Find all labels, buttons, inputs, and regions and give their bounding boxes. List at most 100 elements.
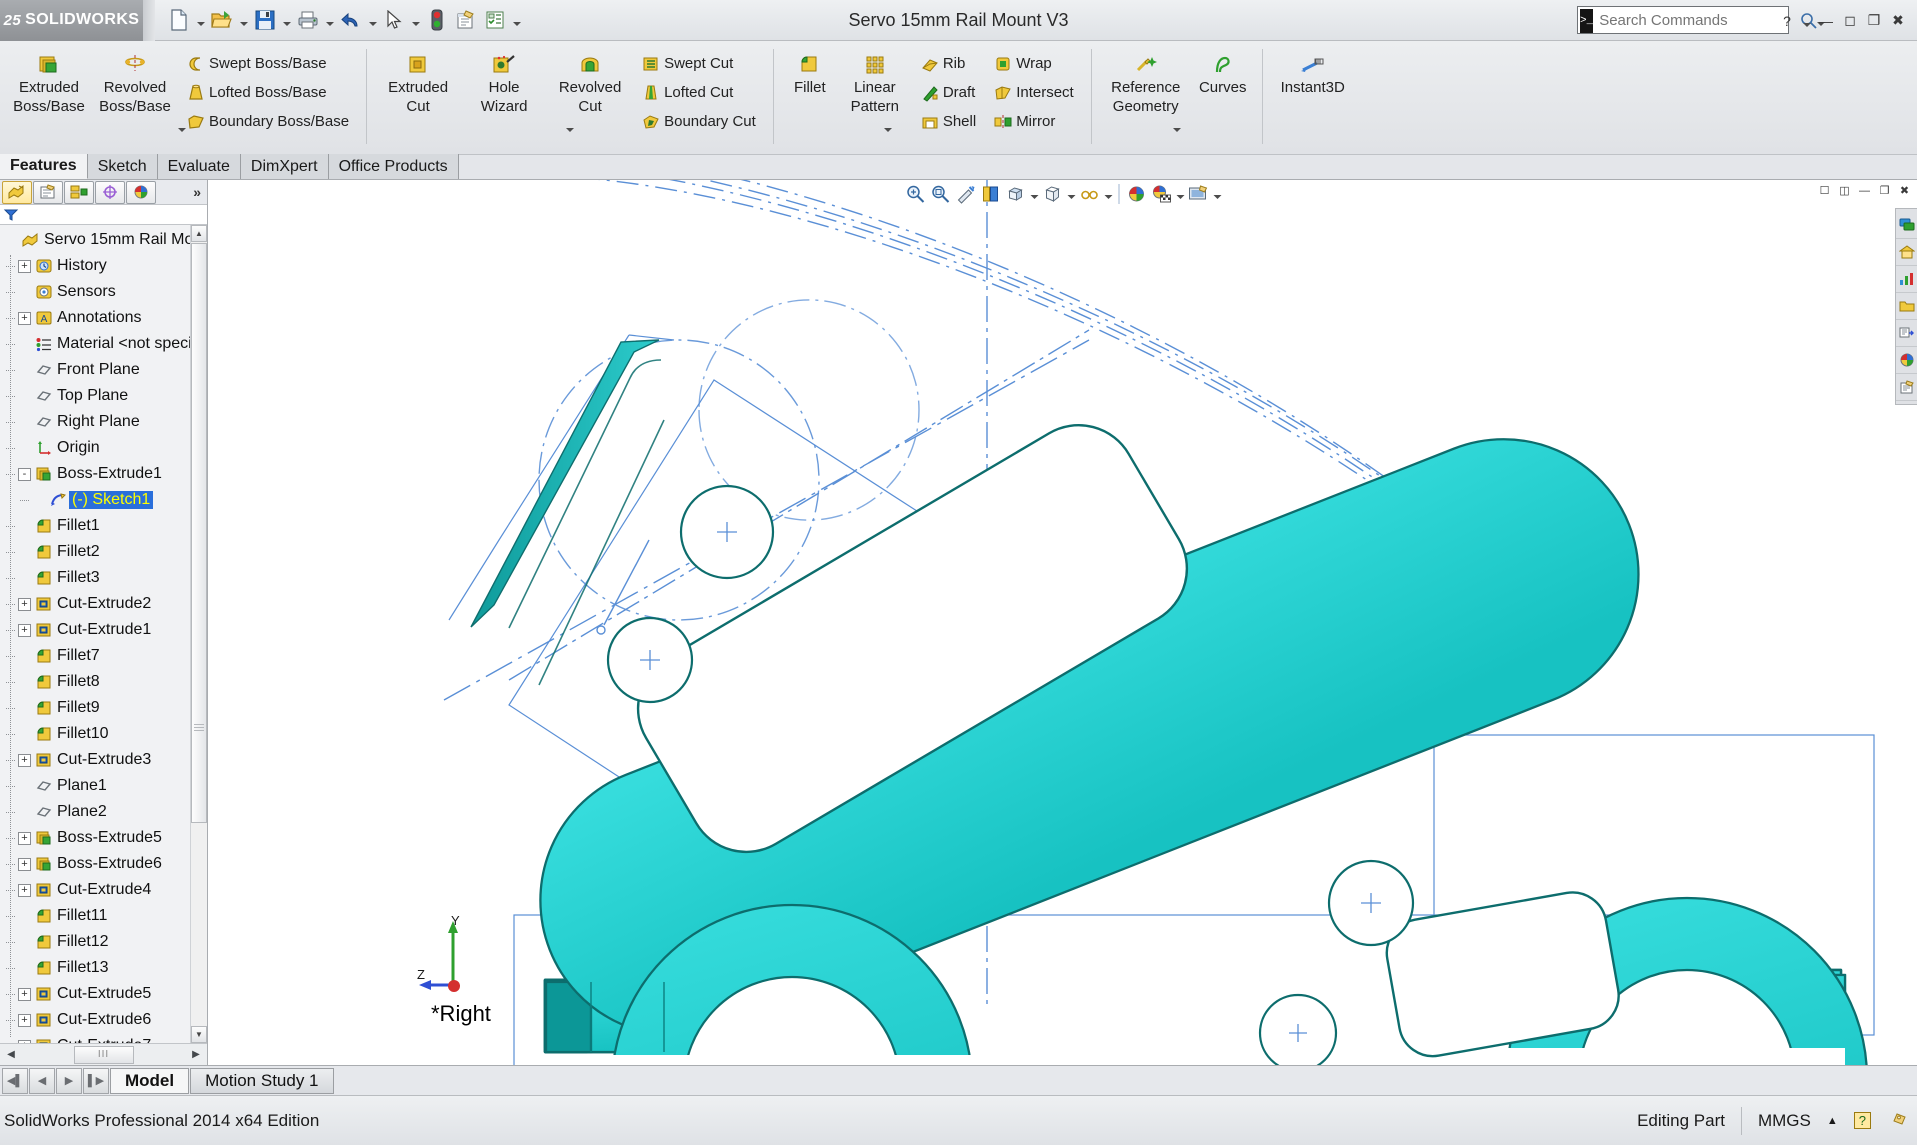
lofted-boss-base-button[interactable]: Lofted Boss/Base xyxy=(178,78,358,107)
tree-item-cut-extrude3[interactable]: +Cut-Extrude3 xyxy=(0,747,207,773)
first-tab-button[interactable]: ◀▌ xyxy=(2,1068,28,1094)
hscroll-thumb[interactable]: III xyxy=(74,1046,134,1064)
toolbar-splitter[interactable] xyxy=(143,0,155,41)
custom-properties-icon[interactable] xyxy=(1896,374,1917,401)
help-icon[interactable]: ? xyxy=(1776,10,1798,32)
tree-item-cut-extrude7[interactable]: +Cut-Extrude7 xyxy=(0,1033,207,1043)
minimize-button[interactable]: — xyxy=(1815,10,1837,32)
hide-show-items-icon[interactable] xyxy=(1078,182,1102,206)
feature-manager-tab[interactable] xyxy=(2,181,32,204)
expand-icon[interactable]: + xyxy=(18,1014,31,1027)
tree-item-servo-15mm-rail-mou[interactable]: Servo 15mm Rail Mou xyxy=(0,227,207,253)
curves-button[interactable]: Curves xyxy=(1192,45,1254,99)
undo-dropdown[interactable] xyxy=(366,5,379,35)
tree-item-fillet12[interactable]: Fillet12 xyxy=(0,929,207,955)
wrap-button[interactable]: Wrap xyxy=(985,49,1083,78)
appearances-scenes-icon[interactable] xyxy=(1896,347,1917,374)
tree-item-boss-extrude1[interactable]: -Boss-Extrude1 xyxy=(0,461,207,487)
tree-item-cut-extrude4[interactable]: +Cut-Extrude4 xyxy=(0,877,207,903)
tree-item-top-plane[interactable]: Top Plane xyxy=(0,383,207,409)
doc-minimize-button[interactable]: — xyxy=(1856,182,1873,199)
feature-tree-filter[interactable] xyxy=(0,205,207,225)
tab-evaluate[interactable]: Evaluate xyxy=(158,154,241,179)
last-tab-button[interactable]: ▌▶ xyxy=(83,1068,109,1094)
view-orientation-icon[interactable] xyxy=(1004,182,1028,206)
display-style-dropdown[interactable] xyxy=(1066,182,1077,206)
swept-boss-base-button[interactable]: Swept Boss/Base xyxy=(178,49,358,78)
boundary-cut-button[interactable]: Boundary Cut xyxy=(633,107,765,136)
doc-restore-button[interactable]: ❐ xyxy=(1876,182,1893,199)
tree-item-fillet3[interactable]: Fillet3 xyxy=(0,565,207,591)
restore-button[interactable]: ◻ xyxy=(1839,10,1861,32)
tree-item-cut-extrude6[interactable]: +Cut-Extrude6 xyxy=(0,1007,207,1033)
expand-icon[interactable]: + xyxy=(18,312,31,325)
rib-button[interactable]: Rib xyxy=(912,49,985,78)
tree-item-fillet11[interactable]: Fillet11 xyxy=(0,903,207,929)
new-document-dropdown[interactable] xyxy=(194,5,207,35)
print-icon[interactable] xyxy=(294,5,322,35)
expand-icon[interactable]: + xyxy=(18,260,31,273)
configuration-manager-tab[interactable] xyxy=(64,181,94,204)
new-document-icon[interactable] xyxy=(165,5,193,35)
tree-item-cut-extrude5[interactable]: +Cut-Extrude5 xyxy=(0,981,207,1007)
status-help-badge[interactable]: ? xyxy=(1854,1112,1871,1129)
undo-icon[interactable] xyxy=(337,5,365,35)
tree-item-fillet7[interactable]: Fillet7 xyxy=(0,643,207,669)
tree-item-fillet2[interactable]: Fillet2 xyxy=(0,539,207,565)
previous-tab-button[interactable]: ◀ xyxy=(29,1068,55,1094)
tree-item-plane2[interactable]: Plane2 xyxy=(0,799,207,825)
feature-tree-hscrollbar[interactable]: ◀ III ▶ xyxy=(0,1043,207,1065)
section-view-icon[interactable] xyxy=(979,182,1003,206)
solidworks-resources-icon[interactable] xyxy=(1896,212,1917,239)
view-orientation-dropdown[interactable] xyxy=(1029,182,1040,206)
manager-tabs-overflow[interactable]: » xyxy=(193,184,207,200)
tree-item-fillet10[interactable]: Fillet10 xyxy=(0,721,207,747)
boss-base-group-expand[interactable] xyxy=(178,132,186,150)
scroll-down-arrow[interactable]: ▼ xyxy=(191,1026,207,1043)
file-properties-icon[interactable] xyxy=(452,5,480,35)
edit-appearance-icon[interactable] xyxy=(1125,182,1149,206)
open-document-icon[interactable] xyxy=(208,5,236,35)
expand-icon[interactable]: + xyxy=(18,598,31,611)
select-dropdown[interactable] xyxy=(409,5,422,35)
options-icon[interactable] xyxy=(481,5,509,35)
tree-item-boss-extrude5[interactable]: +Boss-Extrude5 xyxy=(0,825,207,851)
expand-icon[interactable]: + xyxy=(18,884,31,897)
hscroll-right-arrow[interactable]: ▶ xyxy=(187,1046,205,1064)
search-input[interactable] xyxy=(1597,11,1800,30)
status-units[interactable]: MMGS xyxy=(1758,1111,1811,1131)
shell-button[interactable]: Shell xyxy=(912,107,985,136)
linear-pattern-button[interactable]: LinearPattern xyxy=(838,45,912,118)
tree-item-origin[interactable]: Origin xyxy=(0,435,207,461)
cut-group-expand[interactable] xyxy=(566,132,574,150)
tree-item-material-not-speci[interactable]: Material <not speci xyxy=(0,331,207,357)
next-tab-button[interactable]: ▶ xyxy=(56,1068,82,1094)
status-units-caret[interactable]: ▲ xyxy=(1827,1115,1838,1127)
property-manager-tab[interactable] xyxy=(33,181,63,204)
modify-group-expand[interactable] xyxy=(884,132,892,150)
feature-tree-scrollbar[interactable]: ▲ ▼ xyxy=(190,225,207,1043)
tab-office-products[interactable]: Office Products xyxy=(329,154,459,179)
tab-model[interactable]: Model xyxy=(110,1068,189,1094)
tab-dimxpert[interactable]: DimXpert xyxy=(241,154,329,179)
tree-item-sensors[interactable]: Sensors xyxy=(0,279,207,305)
expand-icon[interactable]: + xyxy=(18,624,31,637)
dimxpert-manager-tab[interactable] xyxy=(95,181,125,204)
tree-item-annotations[interactable]: +AAnnotations xyxy=(0,305,207,331)
search-commands-box[interactable]: >_ xyxy=(1577,6,1789,34)
hole-wizard-button[interactable]: HoleWizard xyxy=(461,45,547,118)
tab-motion-study-1[interactable]: Motion Study 1 xyxy=(190,1068,333,1094)
save-icon[interactable] xyxy=(251,5,279,35)
search-pane-icon[interactable] xyxy=(1896,293,1917,320)
reference-geometry-button[interactable]: ReferenceGeometry xyxy=(1100,45,1192,118)
print-dropdown[interactable] xyxy=(323,5,336,35)
extruded-boss-base-button[interactable]: ExtrudedBoss/Base xyxy=(6,45,92,118)
instant3d-button[interactable]: Instant3D xyxy=(1271,45,1355,99)
tree-item-fillet13[interactable]: Fillet13 xyxy=(0,955,207,981)
tree-item-cut-extrude1[interactable]: +Cut-Extrude1 xyxy=(0,617,207,643)
rebuild-icon[interactable] xyxy=(423,5,451,35)
help-dropdown[interactable] xyxy=(1800,6,1813,36)
feature-tree[interactable]: Servo 15mm Rail Mou+HistorySensors+AAnno… xyxy=(0,225,207,1043)
tree-item-sketch1[interactable]: (-) Sketch1 xyxy=(0,487,207,513)
collapse-icon[interactable]: - xyxy=(18,468,31,481)
